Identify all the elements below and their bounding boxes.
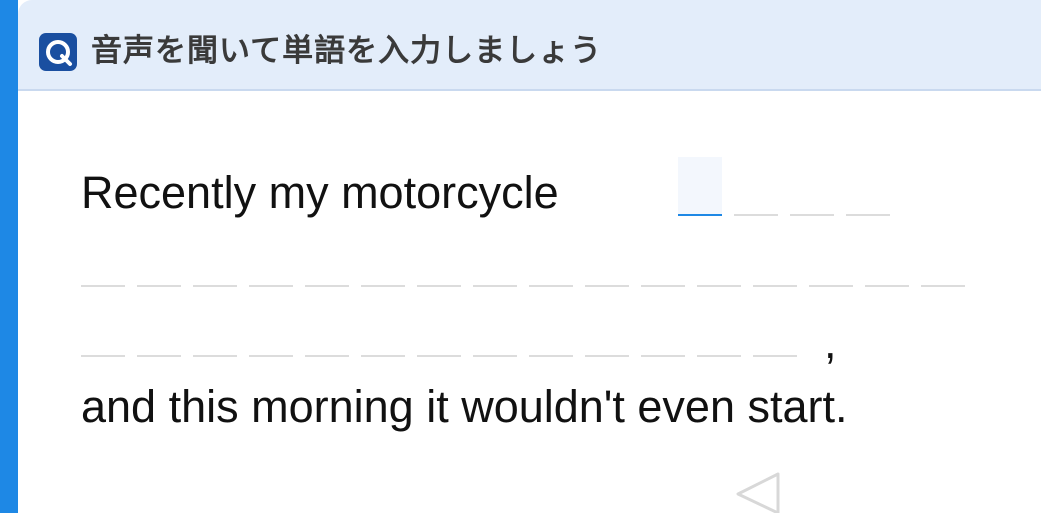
- letter-slot[interactable]: [734, 214, 778, 216]
- letter-slot[interactable]: [753, 355, 797, 357]
- letter-slot[interactable]: [641, 355, 685, 357]
- letter-slot[interactable]: [790, 214, 834, 216]
- letter-slot[interactable]: [641, 285, 685, 287]
- letter-slot[interactable]: [193, 285, 237, 287]
- left-accent-bar: [0, 0, 18, 513]
- app-logo-icon: [39, 33, 77, 71]
- active-input-box[interactable]: [678, 157, 722, 215]
- letter-slot[interactable]: [697, 355, 741, 357]
- letter-slot[interactable]: [753, 285, 797, 287]
- letter-slot[interactable]: [361, 355, 405, 357]
- letter-slot[interactable]: [249, 355, 293, 357]
- letter-slot[interactable]: [585, 355, 629, 357]
- letter-slot[interactable]: [809, 285, 853, 287]
- back-triangle-icon[interactable]: [730, 470, 784, 513]
- letter-slot[interactable]: [305, 355, 349, 357]
- letter-slot[interactable]: [137, 355, 181, 357]
- screen: 音声を聞いて単語を入力しましょう Recently my motorcycle …: [0, 0, 1041, 513]
- letter-slot[interactable]: [417, 285, 461, 287]
- letter-slot[interactable]: [249, 285, 293, 287]
- exercise-card: 音声を聞いて単語を入力しましょう Recently my motorcycle …: [18, 0, 1041, 513]
- letter-slot[interactable]: [865, 285, 909, 287]
- letter-slot[interactable]: [417, 355, 461, 357]
- letter-slot[interactable]: [678, 214, 722, 216]
- comma-punctuation: ,: [824, 317, 837, 368]
- letter-slot[interactable]: [697, 285, 741, 287]
- letter-slot[interactable]: [473, 355, 517, 357]
- letter-slot[interactable]: [81, 285, 125, 287]
- letter-slot[interactable]: [137, 285, 181, 287]
- letter-slot[interactable]: [529, 285, 573, 287]
- letter-slot[interactable]: [305, 285, 349, 287]
- sentence-end-text: and this morning it wouldn't even start.: [81, 381, 848, 432]
- letter-slot[interactable]: [921, 285, 965, 287]
- letter-slot[interactable]: [585, 285, 629, 287]
- sentence-start-text: Recently my motorcycle: [81, 167, 559, 218]
- card-header: 音声を聞いて単語を入力しましょう: [18, 0, 1041, 91]
- letter-slot[interactable]: [473, 285, 517, 287]
- letter-slot[interactable]: [361, 285, 405, 287]
- page-title: 音声を聞いて単語を入力しましょう: [91, 33, 603, 69]
- letter-slot[interactable]: [193, 355, 237, 357]
- letter-slot[interactable]: [81, 355, 125, 357]
- letter-slot[interactable]: [529, 355, 573, 357]
- letter-slot[interactable]: [846, 214, 890, 216]
